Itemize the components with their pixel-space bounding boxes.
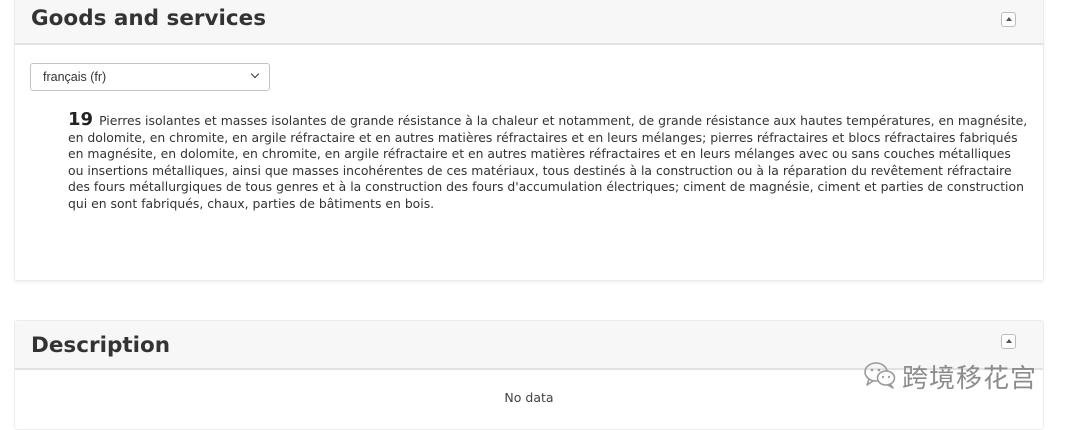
language-select-value: français (fr) [43,70,107,84]
goods-panel-header: Goods and services [15,0,1043,45]
collapse-up-icon [1006,339,1012,343]
watermark: 跨境移花宫 [862,358,1042,394]
goods-collapse-button[interactable] [1001,12,1016,27]
collapse-up-icon [1006,17,1012,21]
no-data-text: No data [504,390,554,405]
goods-panel-title: Goods and services [31,6,267,31]
class-number: 19 [68,109,94,130]
wechat-icon [864,362,896,389]
class-entry: 19 Pierres isolantes et masses isolantes … [68,109,1028,212]
watermark-text: 跨境移花宫 [902,364,1038,394]
goods-and-services-panel: Goods and services français (fr) 19 Pierr… [14,0,1044,281]
chevron-down-icon [250,69,260,79]
description-collapse-button[interactable] [1001,334,1016,349]
class-entry-text: Pierres isolantes et masses isolantes de… [68,113,1028,211]
language-select[interactable]: français (fr) [30,63,270,91]
description-panel-title: Description [31,333,171,358]
